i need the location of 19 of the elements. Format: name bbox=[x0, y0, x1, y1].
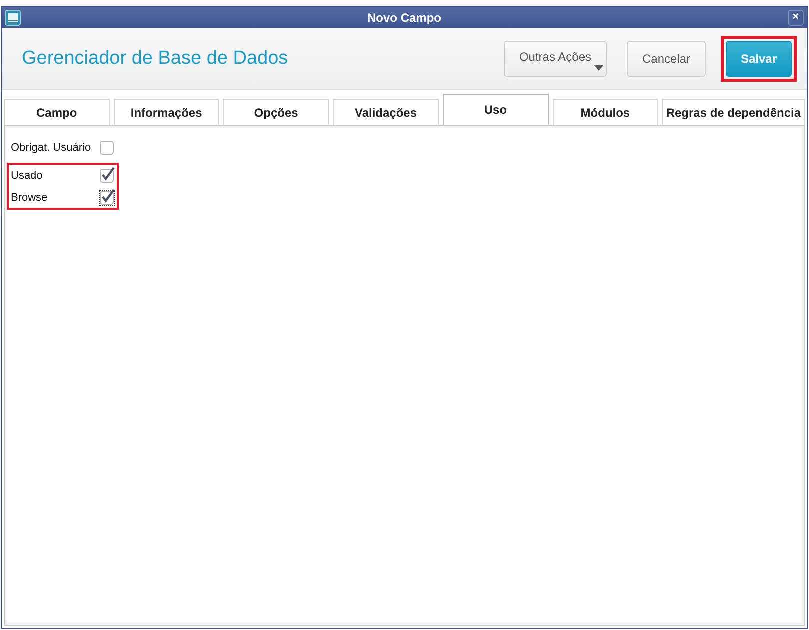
tab[interactable]: Módulos bbox=[552, 99, 658, 125]
checkbox[interactable] bbox=[100, 140, 114, 154]
close-button[interactable]: × bbox=[788, 10, 804, 26]
tab[interactable]: Validações bbox=[333, 99, 439, 125]
tab[interactable]: Uso bbox=[442, 94, 549, 125]
monitor-icon bbox=[5, 10, 21, 26]
cancel-button[interactable]: Cancelar bbox=[627, 40, 706, 76]
tab[interactable]: Informações bbox=[114, 99, 220, 125]
field-label: Browse bbox=[11, 192, 48, 204]
window-title: Novo Campo bbox=[366, 10, 442, 24]
checkbox[interactable] bbox=[100, 168, 114, 182]
tab[interactable]: Opções bbox=[223, 99, 330, 125]
page-title: Gerenciador de Base de Dados bbox=[22, 48, 290, 70]
field-label: Obrigat. Usuário bbox=[11, 142, 92, 154]
tab[interactable]: Campo bbox=[4, 99, 110, 125]
field-label: Usado bbox=[11, 170, 43, 182]
tab[interactable]: Regras de dependência bbox=[662, 99, 806, 125]
caret-icon bbox=[594, 64, 604, 70]
actions-menu-button[interactable]: Outras Ações bbox=[504, 40, 607, 76]
